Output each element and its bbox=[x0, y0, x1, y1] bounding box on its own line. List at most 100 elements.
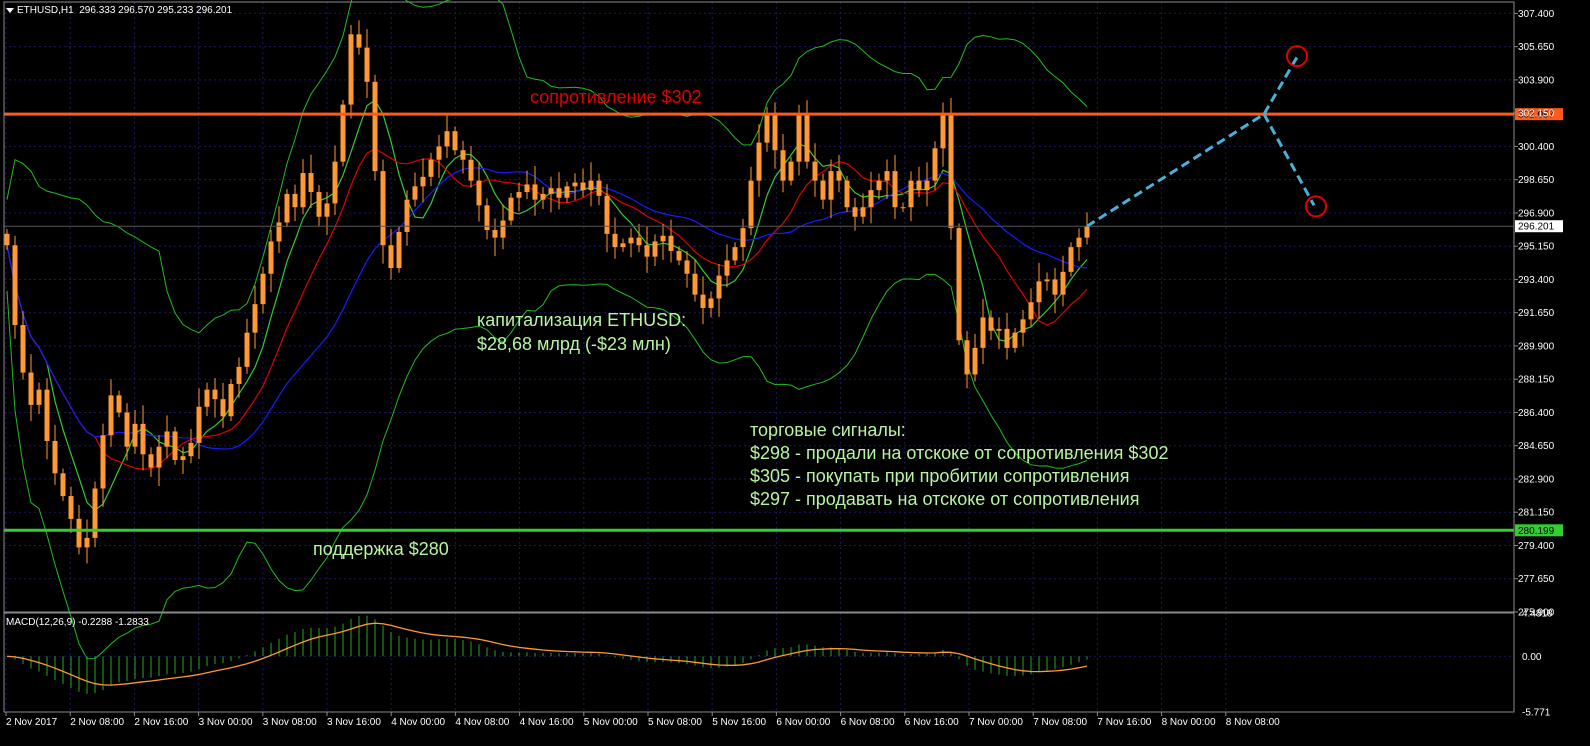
candle-body bbox=[844, 180, 850, 208]
x-tick-label: 4 Nov 00:00 bbox=[391, 717, 445, 728]
candle-body bbox=[780, 150, 786, 181]
candle-body bbox=[652, 241, 658, 257]
candle-body bbox=[820, 180, 826, 200]
signal-3: $297 - продавать на отскоке от сопротивл… bbox=[750, 489, 1140, 509]
candle-body bbox=[644, 245, 650, 257]
candle-body bbox=[1028, 302, 1034, 320]
candle-body bbox=[108, 395, 114, 436]
y-tick-label: 291.650 bbox=[1518, 308, 1555, 319]
candle-body bbox=[324, 203, 330, 217]
candle-body bbox=[28, 372, 34, 405]
candle-body bbox=[388, 245, 394, 269]
candle-body bbox=[940, 114, 946, 149]
candle-body bbox=[12, 245, 18, 326]
candle-body bbox=[228, 383, 234, 417]
candle-body bbox=[772, 114, 778, 151]
y-tick-label: 307.400 bbox=[1518, 9, 1555, 20]
candle-body bbox=[596, 180, 602, 196]
x-tick-label: 3 Nov 08:00 bbox=[263, 717, 317, 728]
candle-body bbox=[972, 347, 978, 375]
candle-body bbox=[556, 188, 562, 198]
candle-body bbox=[740, 228, 746, 248]
candle-body bbox=[860, 207, 866, 217]
bollinger-upper bbox=[6, 0, 1088, 334]
x-tick-label: 6 Nov 08:00 bbox=[841, 717, 895, 728]
candle-body bbox=[676, 250, 682, 261]
candle-body bbox=[428, 159, 434, 177]
x-tick-label: 4 Nov 16:00 bbox=[520, 717, 574, 728]
candle-body bbox=[292, 193, 298, 208]
y-tick-label: 303.900 bbox=[1518, 75, 1555, 86]
candle-body bbox=[44, 389, 50, 441]
candle-body bbox=[468, 159, 474, 181]
candle-body bbox=[660, 235, 666, 242]
x-tick-label: 2 Nov 16:00 bbox=[134, 717, 188, 728]
forecast-rebound bbox=[1262, 113, 1316, 207]
candle-body bbox=[220, 399, 226, 417]
capitalization-value: $28,68 млрд (-$23 млн) bbox=[477, 334, 671, 354]
candle-body bbox=[492, 230, 498, 238]
candle-body bbox=[276, 222, 282, 242]
y-tick-label: 298.650 bbox=[1518, 175, 1555, 186]
candle-body bbox=[412, 186, 418, 200]
candle-body bbox=[892, 171, 898, 208]
y-tick-label: 302.150 bbox=[1518, 109, 1555, 120]
candle-body bbox=[732, 247, 738, 261]
candle-body bbox=[1044, 279, 1050, 282]
x-tick-label: 2 Nov 08:00 bbox=[70, 717, 124, 728]
x-tick-label: 5 Nov 08:00 bbox=[648, 717, 702, 728]
forecast-breakout bbox=[1086, 56, 1299, 228]
candle-body bbox=[756, 142, 762, 181]
candle-body bbox=[20, 325, 26, 373]
ethusd-chart[interactable]: 302.097280.199296.201 307.400305.650303.… bbox=[0, 0, 1590, 746]
candle-body bbox=[548, 188, 554, 194]
candle-body bbox=[684, 260, 690, 274]
candle-body bbox=[452, 131, 458, 151]
candle-body bbox=[988, 317, 994, 331]
axes: 307.400 305.650 303.900 302.150 300.400 298.6… bbox=[3, 1, 1555, 728]
candle-body bbox=[420, 176, 426, 187]
support-price-text: 280.199 bbox=[1518, 526, 1555, 537]
candle-body bbox=[180, 456, 186, 460]
y-tick-label: 282.900 bbox=[1518, 474, 1555, 485]
symbol-name: ETHUSD,H1 bbox=[17, 5, 74, 16]
candle-body bbox=[996, 328, 1002, 331]
x-tick-label: 5 Nov 00:00 bbox=[584, 717, 638, 728]
candle-body bbox=[900, 207, 906, 209]
macd-tick-label: 4.4818 bbox=[1522, 609, 1553, 620]
candle-body bbox=[1020, 319, 1026, 333]
candle-body bbox=[812, 161, 818, 181]
candle-body bbox=[516, 192, 522, 198]
candle-body bbox=[724, 260, 730, 276]
candle-body bbox=[124, 412, 130, 447]
y-tick-label: 305.650 bbox=[1518, 42, 1555, 53]
x-tick-label: 8 Nov 00:00 bbox=[1162, 717, 1216, 728]
candle-body bbox=[508, 197, 514, 221]
x-tick-label: 6 Nov 00:00 bbox=[776, 717, 830, 728]
target-circle-up bbox=[1286, 45, 1308, 68]
candle-body bbox=[212, 389, 218, 400]
macd-tick-label: -5.771 bbox=[1522, 708, 1551, 719]
candle-body bbox=[100, 435, 106, 489]
candle-body bbox=[148, 454, 154, 468]
candle-body bbox=[908, 180, 914, 208]
candle-body bbox=[668, 235, 674, 251]
candle-body bbox=[836, 171, 842, 181]
macd-signal-line bbox=[6, 622, 1088, 686]
candle-body bbox=[260, 273, 266, 305]
x-tick-label: 7 Nov 08:00 bbox=[1033, 717, 1087, 728]
candle-body bbox=[60, 473, 66, 497]
candle-body bbox=[436, 146, 442, 160]
y-tick-label: 281.150 bbox=[1518, 508, 1555, 519]
y-tick-label: 300.400 bbox=[1518, 142, 1555, 153]
candle-body bbox=[1012, 332, 1018, 348]
dropdown-icon[interactable] bbox=[6, 7, 14, 13]
resistance-label: сопротивление $302 bbox=[530, 87, 702, 107]
x-tick-label: 7 Nov 00:00 bbox=[969, 717, 1023, 728]
candle-body bbox=[396, 231, 402, 269]
candle-body bbox=[300, 173, 306, 208]
candle-body bbox=[524, 184, 530, 193]
candle-body bbox=[348, 34, 354, 105]
candle-body bbox=[804, 114, 810, 162]
candle-body bbox=[460, 150, 466, 160]
